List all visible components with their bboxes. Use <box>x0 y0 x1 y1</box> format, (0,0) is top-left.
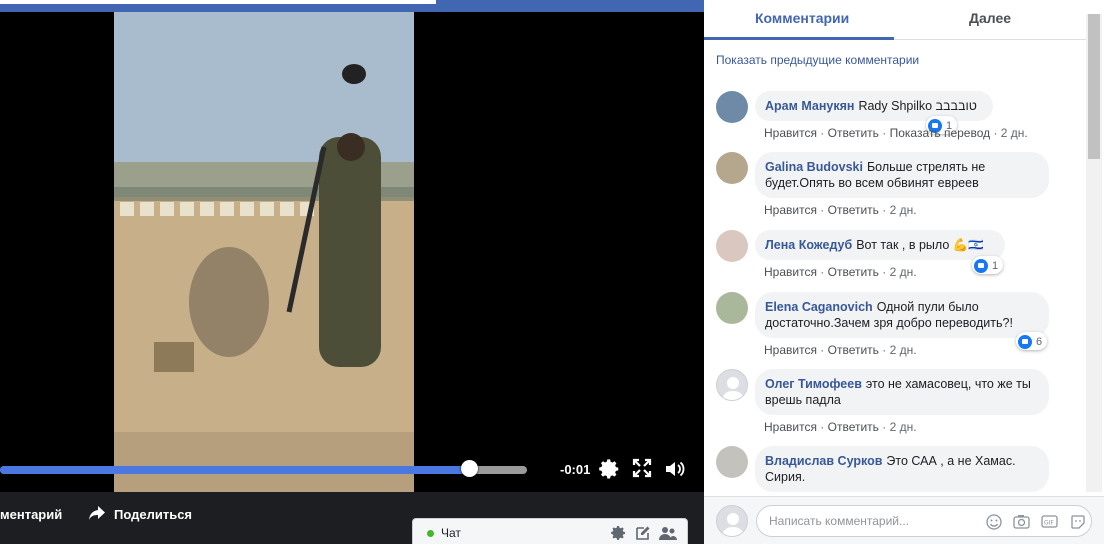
fullscreen-icon[interactable] <box>632 458 654 480</box>
video-frame[interactable] <box>114 12 414 492</box>
comments-panel: Комментарии Далее Показать предыдущие ко… <box>704 0 1104 544</box>
comment-text: Вот так , в рыло 💪🇮🇱 <box>856 238 984 252</box>
like-icon <box>1018 334 1032 349</box>
comment-author[interactable]: Лена Кожедуб <box>765 238 852 252</box>
comment-composer: Написать комментарий... GIF <box>704 496 1104 544</box>
reply-link[interactable]: Ответить <box>828 343 879 357</box>
avatar[interactable] <box>716 446 748 478</box>
svg-text:GIF: GIF <box>1044 520 1054 527</box>
reply-link[interactable]: Ответить <box>828 265 879 279</box>
comment-bubble: Арам Манукян Rady Shpilko טובבבב <box>755 91 993 121</box>
camera-icon[interactable] <box>1013 514 1030 529</box>
progress-bar[interactable] <box>0 466 527 474</box>
progress-fill <box>0 466 470 474</box>
avatar[interactable] <box>716 292 748 324</box>
like-link[interactable]: Нравится <box>764 343 817 357</box>
comment-author[interactable]: Galina Budovski <box>765 160 863 174</box>
search-input[interactable] <box>0 0 436 4</box>
reaction-badge[interactable]: 1 <box>972 256 1004 274</box>
comment-actions: Нравится · Ответить · 2 дн. <box>764 420 917 434</box>
video-image <box>114 12 414 492</box>
comment-button[interactable]: ментарий <box>0 507 62 522</box>
tab-comments[interactable]: Комментарии <box>755 10 849 26</box>
volume-icon[interactable] <box>664 458 686 480</box>
active-tab-indicator <box>704 37 894 40</box>
like-link[interactable]: Нравится <box>764 265 817 279</box>
reaction-count: 1 <box>992 259 999 272</box>
timestamp[interactable]: 2 дн. <box>890 343 917 357</box>
online-status-dot <box>427 530 434 537</box>
chat-bar[interactable]: Чат <box>412 518 688 544</box>
time-remaining: -0:01 <box>560 462 591 477</box>
comment-bubble: Владислав Сурков Это САА , а не Хамас. Си… <box>755 446 1049 492</box>
like-icon <box>974 258 988 273</box>
tab-next[interactable]: Далее <box>969 10 1011 26</box>
timestamp[interactable]: 2 дн. <box>1001 126 1028 140</box>
sticker-icon[interactable] <box>1070 514 1087 529</box>
group-chat-icon[interactable] <box>659 525 677 541</box>
comment-bubble: Лена Кожедуб Вот так , в рыло 💪🇮🇱 <box>755 230 1005 260</box>
like-link[interactable]: Нравится <box>764 420 817 434</box>
comment-author[interactable]: Elena Caganovich <box>765 300 873 314</box>
comment-bubble: Олег Тимофеев это не хамасовец, что же ты… <box>755 369 1049 415</box>
avatar[interactable] <box>716 91 748 123</box>
share-label: Поделиться <box>114 507 193 522</box>
settings-gear-icon[interactable] <box>599 458 621 480</box>
show-previous-comments-link[interactable]: Показать предыдущие комментарии <box>716 53 919 67</box>
translate-link[interactable]: Показать перевод <box>890 126 991 140</box>
reply-link[interactable]: Ответить <box>828 126 879 140</box>
timestamp[interactable]: 2 дн. <box>890 203 917 217</box>
comment-actions: Нравится · Ответить · 2 дн. <box>764 203 917 217</box>
reaction-badge[interactable]: 6 <box>1016 332 1048 350</box>
comment-actions: Нравится · Ответить · 2 дн. <box>764 343 917 357</box>
comment-author[interactable]: Владислав Сурков <box>765 454 882 468</box>
panel-tabs: Комментарии Далее <box>704 0 1086 40</box>
comment-author[interactable]: Арам Манукян <box>765 99 854 113</box>
like-link[interactable]: Нравится <box>764 126 817 140</box>
timestamp[interactable]: 2 дн. <box>890 420 917 434</box>
scrollbar[interactable] <box>1086 14 1102 492</box>
emoji-icon[interactable] <box>986 514 1003 530</box>
avatar[interactable] <box>716 230 748 262</box>
comment-bubble: Elena Caganovich Одной пули было достаточ… <box>755 292 1049 338</box>
avatar[interactable] <box>716 369 748 401</box>
comment-text: Rady Shpilko טובבבב <box>858 99 977 113</box>
scrollbar-thumb[interactable] <box>1088 14 1100 159</box>
video-player[interactable]: -0:01 <box>0 12 704 492</box>
comment-actions: Нравится · Ответить · 2 дн. <box>764 265 917 279</box>
like-link[interactable]: Нравится <box>764 203 817 217</box>
chat-label: Чат <box>441 526 461 540</box>
compose-message-icon[interactable] <box>635 525 651 541</box>
share-button[interactable]: Поделиться <box>88 505 192 524</box>
reaction-count: 6 <box>1036 335 1043 348</box>
comment-bubble: Galina Budovski Больше стрелять не будет.… <box>755 152 1049 198</box>
reply-link[interactable]: Ответить <box>828 420 879 434</box>
timestamp[interactable]: 2 дн. <box>890 265 917 279</box>
comment-actions: Нравится · Ответить · Показать перевод ·… <box>764 126 1028 140</box>
progress-handle[interactable] <box>461 460 479 477</box>
share-arrow-icon <box>88 505 106 524</box>
gear-icon[interactable] <box>611 525 627 541</box>
avatar <box>716 505 748 537</box>
gif-icon[interactable]: GIF <box>1041 514 1058 529</box>
reply-link[interactable]: Ответить <box>828 203 879 217</box>
avatar[interactable] <box>716 152 748 184</box>
comment-author[interactable]: Олег Тимофеев <box>765 377 862 391</box>
